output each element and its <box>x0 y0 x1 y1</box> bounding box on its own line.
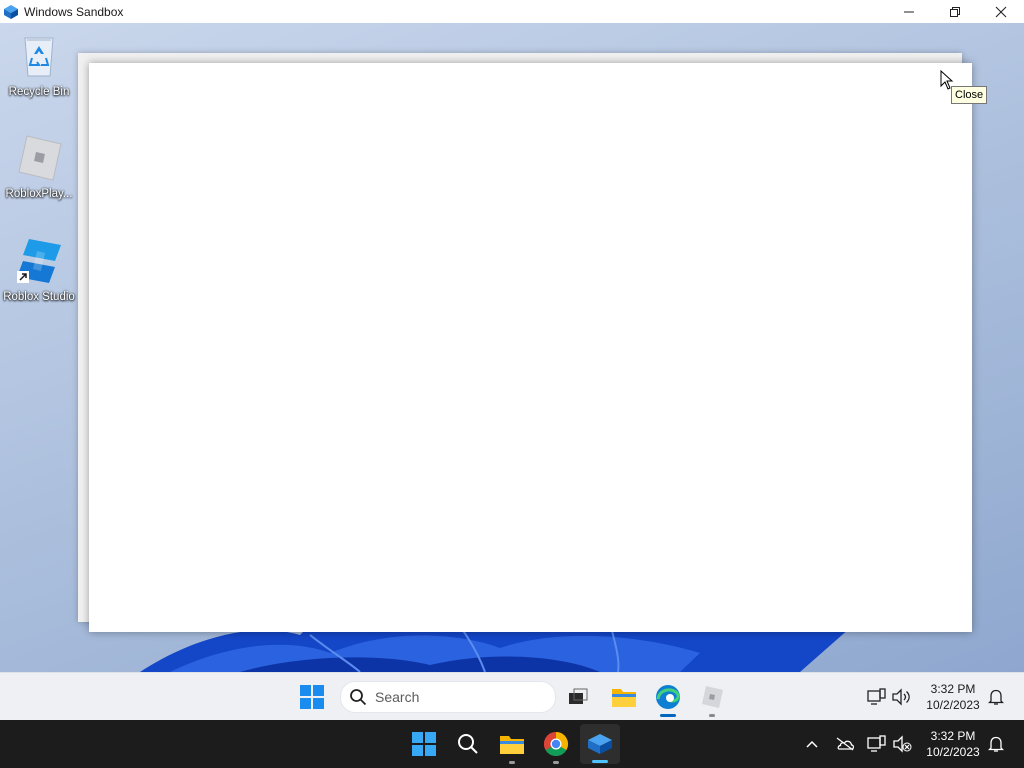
tray-notification-button[interactable] <box>982 673 1010 721</box>
tray-volume-button[interactable] <box>882 673 920 721</box>
host-clock[interactable]: 3:32 PM 10/2/2023 <box>920 728 986 760</box>
notification-icon <box>988 689 1004 705</box>
clock-time: 3:32 PM <box>930 682 976 696</box>
roblox-player-icon <box>702 686 723 708</box>
edge-button[interactable] <box>648 673 688 721</box>
host-file-explorer-button[interactable] <box>492 720 532 768</box>
window-title: Windows Sandbox <box>24 4 124 19</box>
desktop-icon-label: RobloxPlay... <box>5 188 73 200</box>
onedrive-icon <box>836 737 855 751</box>
minimize-button[interactable] <box>886 0 932 23</box>
host-chrome-button[interactable] <box>536 720 576 768</box>
minimize-icon <box>904 11 914 12</box>
clock-time: 3:32 PM <box>930 729 976 743</box>
chevron-up-icon <box>806 740 818 748</box>
tray-onedrive-button[interactable] <box>828 720 862 768</box>
host-start-button[interactable] <box>404 720 444 768</box>
desktop-icon-roblox-studio[interactable]: Roblox Studio <box>1 237 77 304</box>
notification-icon <box>988 736 1004 752</box>
volume-muted-icon <box>893 735 912 753</box>
roblox-studio-icon <box>17 239 61 283</box>
search-icon <box>350 689 367 706</box>
start-button[interactable] <box>292 673 332 721</box>
desktop-icon-label: Recycle Bin <box>8 86 70 98</box>
desktop-icon-label: Roblox Studio <box>3 291 75 303</box>
taskbar-search-box[interactable]: Search <box>340 681 556 713</box>
search-icon <box>458 734 478 754</box>
desktop-icon-roblox-player[interactable]: RobloxPlay... <box>1 134 77 201</box>
running-indicator <box>509 761 515 764</box>
sandbox-desktop[interactable]: Recycle Bin RobloxPlay... Roblox Studio <box>0 23 1024 672</box>
close-button[interactable] <box>978 0 1024 23</box>
blank-window[interactable] <box>89 63 972 632</box>
roblox-player-icon <box>18 135 62 181</box>
task-view-icon <box>569 688 588 704</box>
sandbox-clock[interactable]: 3:32 PM 10/2/2023 <box>920 681 986 713</box>
close-tooltip: Close <box>951 86 988 104</box>
task-view-button[interactable] <box>558 673 598 721</box>
running-indicator <box>709 714 715 717</box>
network-icon <box>867 735 886 752</box>
windows-sandbox-icon <box>588 734 612 754</box>
clock-date: 10/2/2023 <box>926 745 980 759</box>
start-icon <box>412 732 436 756</box>
start-icon <box>300 685 324 709</box>
restore-button[interactable] <box>932 0 978 23</box>
search-placeholder: Search <box>375 689 420 705</box>
sandbox-taskbar: Search 3:32 PM 10/2/2023 <box>0 672 1024 721</box>
chrome-icon <box>543 732 569 757</box>
file-explorer-icon <box>500 736 524 754</box>
host-taskbar: 3:32 PM 10/2/2023 <box>0 720 1024 768</box>
file-explorer-button[interactable] <box>604 673 644 721</box>
tray-notification-button-host[interactable] <box>982 720 1010 768</box>
file-explorer-icon <box>612 689 636 707</box>
host-search-button[interactable] <box>448 720 488 768</box>
host-sandbox-button[interactable] <box>580 724 620 764</box>
roblox-player-taskbar-button[interactable] <box>692 673 732 721</box>
active-indicator <box>592 760 608 763</box>
close-icon <box>995 6 1007 17</box>
tray-volume-button-host[interactable] <box>884 720 920 768</box>
restore-icon <box>950 6 960 17</box>
tray-show-hidden-button[interactable] <box>798 720 826 768</box>
edge-icon <box>656 685 680 709</box>
clock-date: 10/2/2023 <box>926 698 980 712</box>
active-indicator <box>660 714 676 717</box>
recycle-bin-icon <box>24 37 54 77</box>
running-indicator <box>553 761 559 764</box>
desktop-icon-recycle-bin[interactable]: Recycle Bin <box>1 32 77 99</box>
host-titlebar[interactable]: Windows Sandbox <box>0 0 1024 23</box>
windows-sandbox-icon <box>4 4 18 19</box>
volume-icon <box>892 688 910 706</box>
